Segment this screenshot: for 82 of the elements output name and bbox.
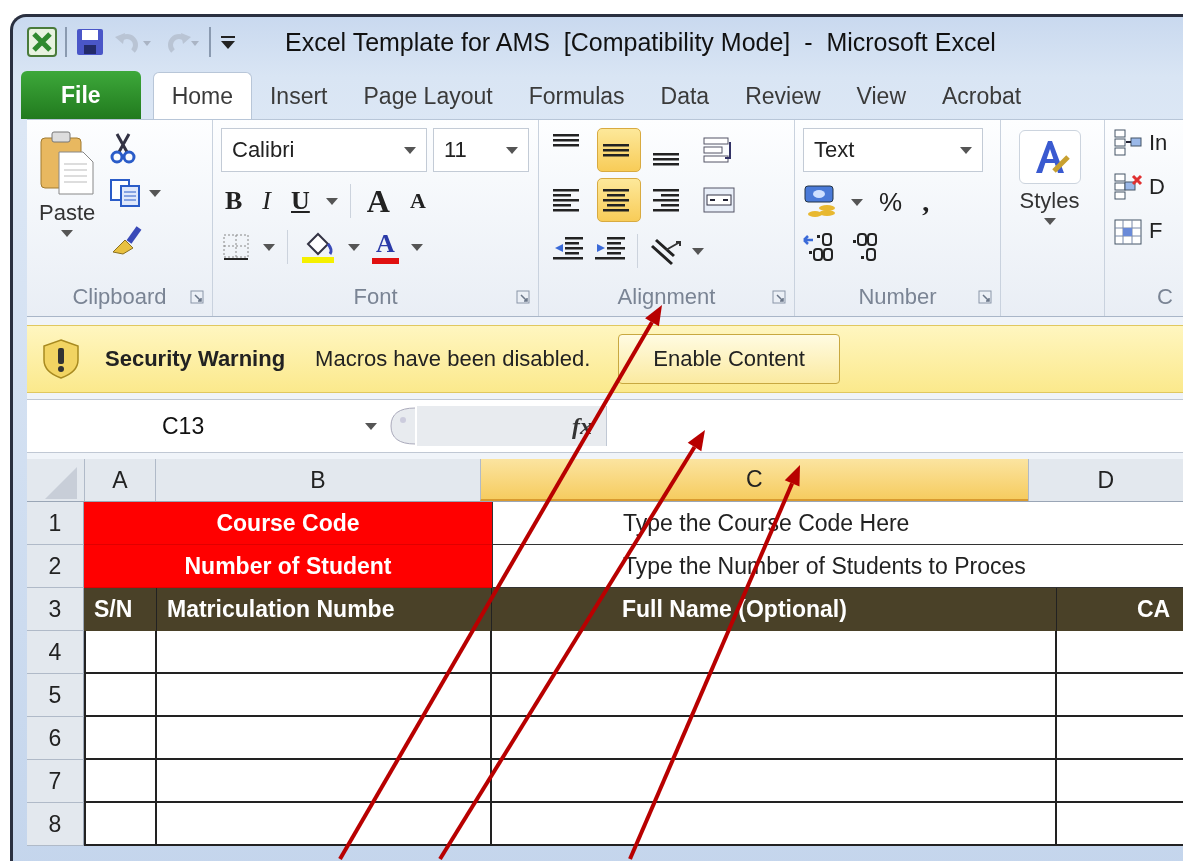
dialog-launcher-icon[interactable] (190, 290, 204, 304)
ribbon-tab[interactable]: Home (152, 72, 252, 119)
column-heading: S/N (84, 588, 157, 631)
cells-button-label[interactable]: D (1149, 174, 1165, 200)
borders-icon[interactable] (221, 232, 251, 262)
comma-button[interactable]: , (918, 185, 934, 219)
warning-message: Macros have been disabled. (315, 346, 591, 372)
dialog-launcher-icon[interactable] (978, 290, 992, 304)
name-box[interactable]: C13 (27, 412, 387, 440)
paint-bucket-icon[interactable] (300, 230, 336, 264)
column-heading: Full Name (Optional) (492, 588, 1057, 631)
format-cells-icon[interactable] (1113, 216, 1143, 246)
table-cell: Course Code (84, 502, 492, 545)
caret-icon[interactable] (61, 230, 74, 237)
column-header[interactable]: A (84, 459, 155, 501)
row-header[interactable]: 1 (27, 502, 84, 545)
italic-button[interactable]: I (258, 184, 275, 218)
caret-icon[interactable] (149, 189, 162, 197)
group-label: Alignment (617, 284, 716, 310)
column-heading: Matriculation Numbe (157, 588, 492, 631)
caret-icon[interactable] (410, 243, 423, 251)
window-title: Excel Template for AMS [Compatibility Mode] - Microsoft Excel (285, 27, 996, 57)
font-color-button[interactable]: A (372, 230, 399, 264)
underline-button[interactable]: U (287, 184, 314, 218)
cells-button-label[interactable]: In (1149, 130, 1168, 156)
row-header[interactable]: 8 (27, 803, 84, 846)
spreadsheet-app-icon[interactable] (27, 27, 57, 57)
styles-button[interactable]: Styles (1014, 128, 1085, 227)
column-header[interactable]: B (154, 459, 480, 501)
paste-button[interactable]: Paste (35, 128, 100, 239)
delete-cells-icon[interactable] (1113, 172, 1143, 202)
enable-content-button[interactable]: Enable Content (618, 334, 840, 384)
column-heading: CA (1057, 588, 1183, 631)
row-header[interactable]: 5 (27, 674, 84, 717)
merge-cells-icon (703, 186, 735, 214)
text-angle-icon[interactable] (648, 236, 682, 266)
table-cell: Number of Student (84, 545, 492, 588)
font-size-dropdown[interactable]: 11 (433, 128, 529, 172)
row-header[interactable]: 7 (27, 760, 84, 803)
row-header[interactable]: 2 (27, 545, 84, 588)
splitter-handle-icon[interactable] (387, 406, 417, 446)
scissors-icon[interactable] (109, 132, 138, 164)
ribbon-tab[interactable]: View (838, 73, 924, 119)
dialog-launcher-icon[interactable] (772, 290, 786, 304)
cells-button-label[interactable]: F (1149, 218, 1163, 244)
clipboard-icon (39, 130, 96, 196)
ribbon-tab[interactable]: Data (642, 73, 728, 119)
caret-icon[interactable] (325, 197, 338, 205)
column-header[interactable]: D (1027, 459, 1183, 501)
row-header[interactable]: 3 (27, 588, 84, 631)
insert-cells-icon[interactable] (1113, 128, 1143, 158)
bold-button[interactable]: B (221, 184, 247, 218)
row-header[interactable]: 6 (27, 717, 84, 760)
center-align-button[interactable] (597, 178, 641, 222)
column-header[interactable]: C (479, 459, 1028, 501)
group-label: Number (858, 284, 937, 310)
shield-warning-icon (41, 338, 81, 380)
caret-icon[interactable] (1043, 218, 1056, 225)
group-label: Clipboard (72, 284, 167, 310)
font-name-dropdown[interactable]: Calibri (221, 128, 427, 172)
increase-decimal-icon[interactable] (803, 232, 835, 262)
caret-icon[interactable] (348, 243, 360, 251)
ribbon-tab[interactable]: Formulas (510, 73, 643, 119)
ribbon-tab[interactable]: Insert (252, 73, 346, 119)
ribbon-tab[interactable]: Page Layout (345, 73, 511, 119)
number-format-dropdown[interactable]: Text (803, 128, 983, 172)
group-label: C (1157, 284, 1173, 310)
save-icon[interactable] (75, 27, 105, 57)
percent-button[interactable]: % (875, 185, 907, 219)
caret-icon[interactable] (851, 198, 863, 206)
file-tab[interactable]: File (21, 71, 141, 119)
ribbon-tab[interactable]: Review (727, 73, 839, 119)
dialog-launcher-icon[interactable] (516, 290, 530, 304)
ribbon-tab[interactable]: Acrobat (924, 73, 1040, 119)
group-label: Font (353, 284, 398, 310)
middle-align-button[interactable] (597, 128, 641, 172)
row-header[interactable]: 4 (27, 631, 84, 674)
caret-icon[interactable] (692, 247, 704, 255)
caret-icon[interactable] (263, 243, 275, 251)
warning-title: Security Warning (105, 346, 286, 372)
shrink-font-button[interactable]: A (405, 184, 430, 218)
grow-font-button[interactable]: A (362, 184, 394, 218)
